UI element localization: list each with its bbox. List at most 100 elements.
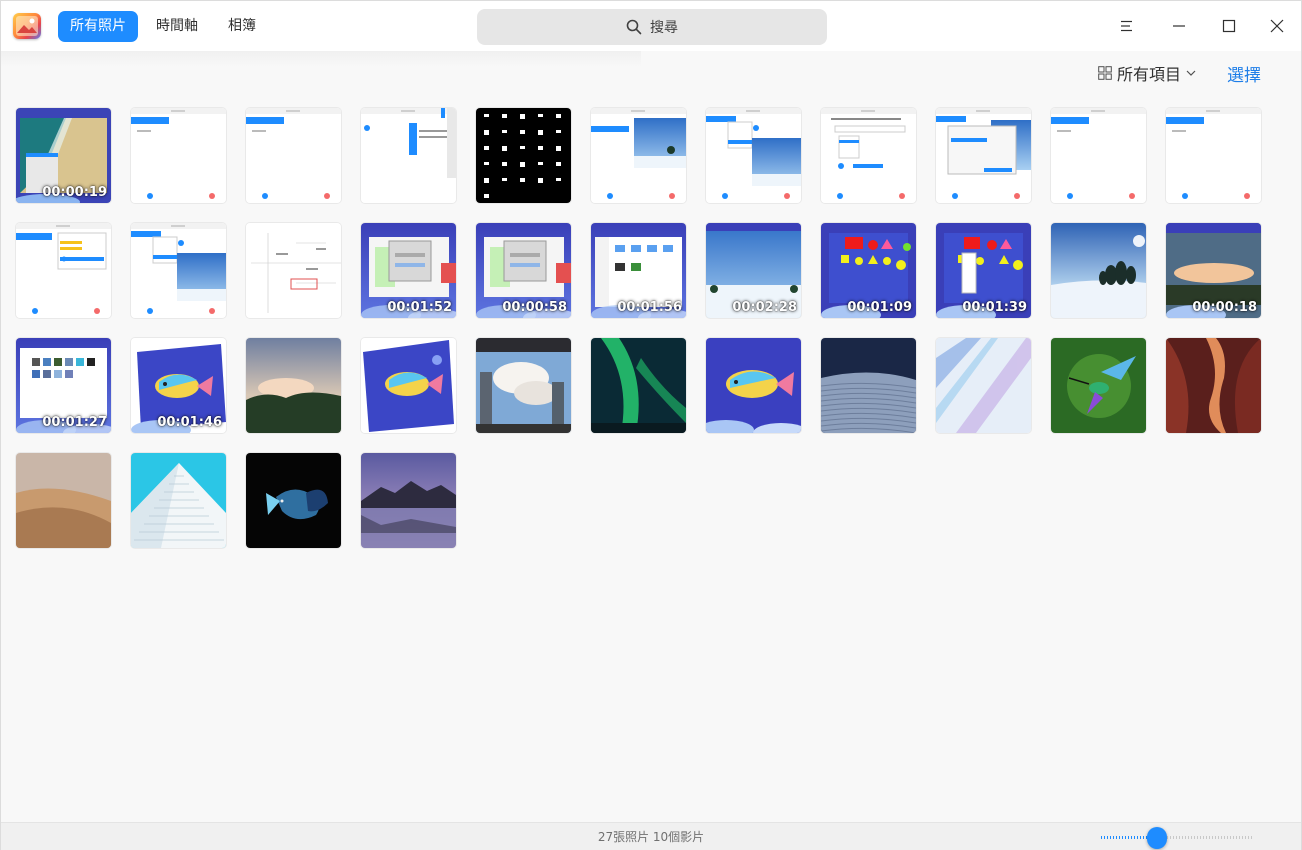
video-thumbnail[interactable]: 00:01:52	[361, 223, 456, 318]
photo-thumbnail[interactable]	[821, 338, 916, 433]
search-placeholder: 搜尋	[650, 20, 678, 36]
photo-thumbnail[interactable]	[16, 223, 111, 318]
thumbnail-image	[246, 108, 341, 203]
thumbnail-image	[476, 338, 571, 433]
video-duration: 00:01:46	[157, 415, 222, 430]
video-thumbnail[interactable]: 00:01:09	[821, 223, 916, 318]
photo-thumbnail[interactable]	[476, 338, 571, 433]
video-duration: 00:00:58	[502, 300, 567, 315]
thumbnail-image	[1051, 108, 1146, 203]
main-menu-button[interactable]	[1112, 11, 1142, 41]
thumbnail-image	[706, 338, 801, 433]
thumbnail-image	[16, 453, 111, 548]
view-tabs: 所有照片 時間軸 相簿	[58, 11, 268, 42]
photo-thumbnail[interactable]	[131, 108, 226, 203]
thumbnail-image	[591, 338, 686, 433]
video-duration: 00:01:56	[617, 300, 682, 315]
filter-dropdown[interactable]: 所有項目	[1098, 62, 1196, 84]
thumbnail-image	[1166, 108, 1261, 203]
photo-thumbnail[interactable]	[361, 338, 456, 433]
video-duration: 00:01:39	[962, 300, 1027, 315]
maximize-icon	[1222, 19, 1236, 33]
thumbnail-image	[131, 453, 226, 548]
thumbnail-image	[361, 108, 456, 203]
video-thumbnail[interactable]: 00:02:28	[706, 223, 801, 318]
thumbnail-image	[706, 108, 801, 203]
thumbnail-image	[131, 108, 226, 203]
thumbnail-image	[591, 108, 686, 203]
zoom-slider[interactable]	[1101, 827, 1253, 849]
photo-thumbnail[interactable]	[246, 108, 341, 203]
photo-grid: 00:00:19 00:01:52 00:00:58 00:01:56 00:02:28…	[16, 108, 1276, 548]
tab-timeline[interactable]: 時間軸	[144, 11, 210, 42]
thumbnail-image	[131, 223, 226, 318]
thumbnail-image	[936, 108, 1031, 203]
photo-thumbnail[interactable]	[246, 338, 341, 433]
zoom-slider-handle[interactable]	[1147, 827, 1167, 849]
photo-thumbnail[interactable]	[591, 108, 686, 203]
photo-app-window: 所有照片 時間軸 相簿 搜尋 所有項目 選擇 00:00:19 00:01:52…	[0, 0, 1302, 850]
video-thumbnail[interactable]: 00:01:27	[16, 338, 111, 433]
thumbnail-image	[1051, 338, 1146, 433]
thumbnail-image	[476, 108, 571, 203]
photo-thumbnail[interactable]	[246, 453, 341, 548]
tab-all-photos[interactable]: 所有照片	[58, 11, 138, 42]
photo-thumbnail[interactable]	[1051, 108, 1146, 203]
photo-thumbnail[interactable]	[246, 223, 341, 318]
photo-thumbnail[interactable]	[706, 338, 801, 433]
thumbnail-image	[936, 338, 1031, 433]
video-duration: 00:01:52	[387, 300, 452, 315]
close-icon	[1270, 19, 1284, 33]
filter-label: 所有項目	[1117, 65, 1182, 84]
photo-thumbnail[interactable]	[1051, 338, 1146, 433]
title-bar: 所有照片 時間軸 相簿 搜尋	[1, 1, 1301, 51]
photo-thumbnail[interactable]	[131, 453, 226, 548]
thumbnail-image	[821, 338, 916, 433]
video-duration: 00:00:18	[1192, 300, 1257, 315]
photo-thumbnail[interactable]	[821, 108, 916, 203]
photo-thumbnail[interactable]	[1166, 338, 1261, 433]
thumbnail-image	[821, 108, 916, 203]
thumbnail-image	[16, 223, 111, 318]
photo-thumbnail[interactable]	[476, 108, 571, 203]
close-button[interactable]	[1262, 11, 1292, 41]
grid-view-icon	[1098, 66, 1112, 80]
video-duration: 00:01:09	[847, 300, 912, 315]
photo-thumbnail[interactable]	[936, 108, 1031, 203]
photo-thumbnail[interactable]	[706, 108, 801, 203]
tab-albums[interactable]: 相簿	[216, 11, 268, 42]
photo-album-icon	[13, 13, 41, 39]
thumbnail-image	[1051, 223, 1146, 318]
video-thumbnail[interactable]: 00:01:56	[591, 223, 686, 318]
header-shadow	[1, 51, 641, 67]
photo-thumbnail[interactable]	[936, 338, 1031, 433]
photo-thumbnail[interactable]	[1051, 223, 1146, 318]
maximize-button[interactable]	[1214, 11, 1244, 41]
minimize-icon	[1173, 25, 1185, 27]
select-button[interactable]: 選擇	[1227, 61, 1261, 86]
photo-thumbnail[interactable]	[361, 453, 456, 548]
photo-thumbnail[interactable]	[131, 223, 226, 318]
photo-thumbnail[interactable]	[1166, 108, 1261, 203]
minimize-button[interactable]	[1164, 11, 1194, 41]
thumbnail-image	[246, 453, 341, 548]
video-duration: 00:02:28	[732, 300, 797, 315]
thumbnail-image	[361, 453, 456, 548]
menu-icon	[1121, 20, 1132, 32]
thumbnail-image	[246, 223, 341, 318]
video-duration: 00:00:19	[42, 185, 107, 200]
thumbnail-image	[246, 338, 341, 433]
photo-thumbnail[interactable]	[591, 338, 686, 433]
chevron-down-icon	[1186, 70, 1196, 76]
video-thumbnail[interactable]: 00:01:39	[936, 223, 1031, 318]
status-bar: 27張照片 10個影片	[1, 822, 1301, 850]
video-thumbnail[interactable]: 00:00:19	[16, 108, 111, 203]
video-thumbnail[interactable]: 00:01:46	[131, 338, 226, 433]
search-box[interactable]: 搜尋	[477, 9, 827, 45]
video-duration: 00:01:27	[42, 415, 107, 430]
video-thumbnail[interactable]: 00:00:18	[1166, 223, 1261, 318]
photo-thumbnail[interactable]	[16, 453, 111, 548]
video-thumbnail[interactable]: 00:00:58	[476, 223, 571, 318]
photo-thumbnail[interactable]	[361, 108, 456, 203]
search-icon	[626, 19, 642, 35]
